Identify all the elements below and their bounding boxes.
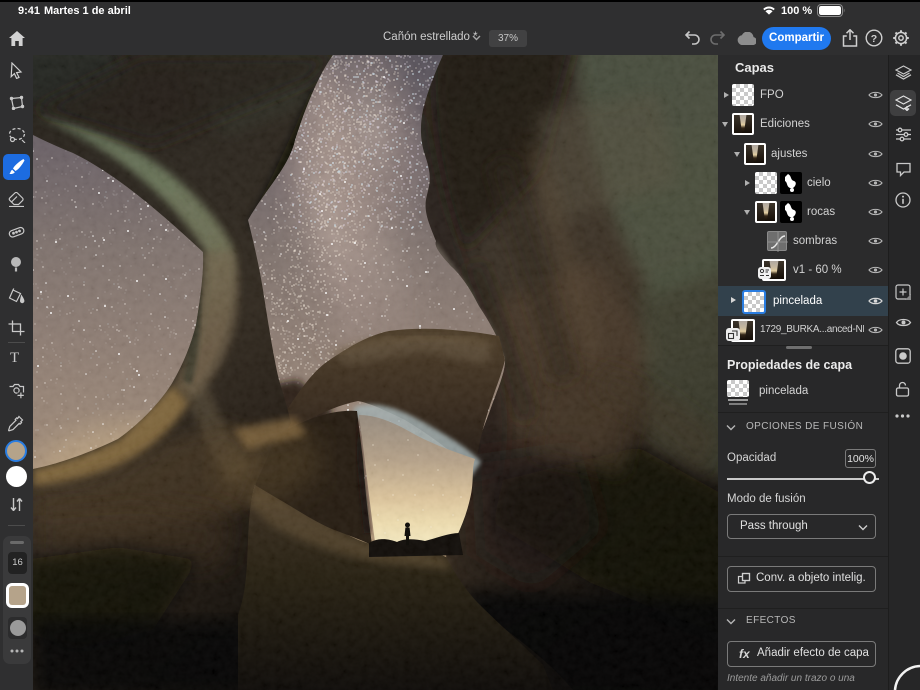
svg-text:?: ? — [871, 33, 877, 45]
